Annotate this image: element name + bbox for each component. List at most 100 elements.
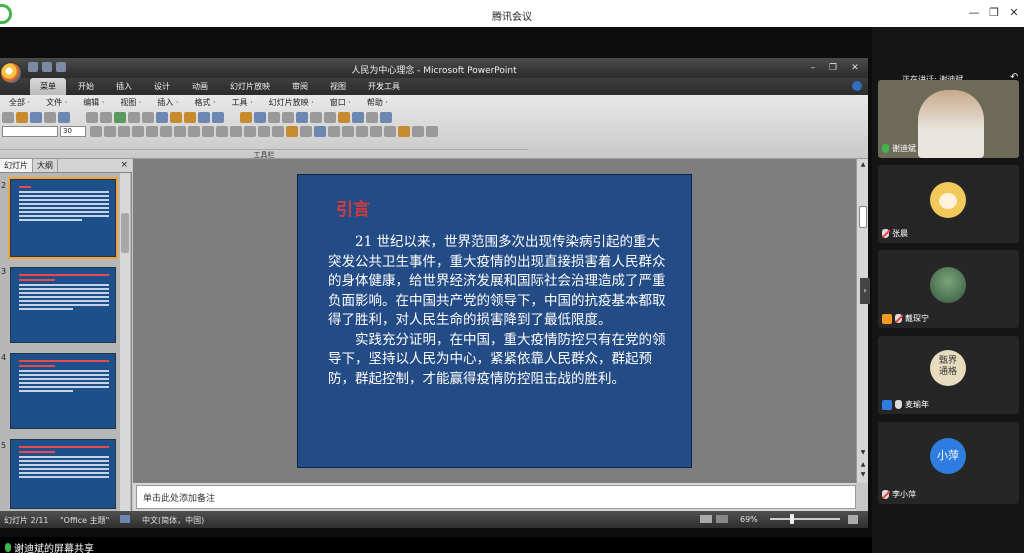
decrease-font-icon[interactable] [258, 126, 270, 137]
fill-color-icon[interactable] [398, 126, 410, 137]
menu-edit[interactable]: 编辑 · [76, 97, 111, 109]
new-icon[interactable] [2, 112, 14, 123]
email-icon[interactable] [58, 112, 70, 123]
normal-view-icon[interactable] [700, 515, 712, 523]
menu-all[interactable]: 全部 · [2, 97, 37, 109]
font-color-icon[interactable] [286, 126, 298, 137]
menu-slideshow[interactable]: 幻灯片放映 · [262, 97, 321, 109]
participant-tile[interactable]: 小萍 李小萍 [878, 422, 1019, 504]
align-center-icon[interactable] [160, 126, 172, 137]
minimize-icon[interactable]: — [966, 5, 982, 21]
tab-animation[interactable]: 动画 [182, 78, 218, 95]
sorter-view-icon[interactable] [716, 515, 728, 523]
ppt-restore-icon[interactable]: ❐ [826, 62, 840, 74]
distribute-icon[interactable] [202, 126, 214, 137]
next-slide-icon[interactable]: ▼ [859, 471, 867, 479]
restore-icon[interactable]: ❐ [986, 5, 1002, 21]
scroll-thumb[interactable] [121, 213, 129, 253]
office-button-icon[interactable] [0, 62, 22, 84]
help-toolbar-icon[interactable] [380, 112, 392, 123]
menu-tools[interactable]: 工具 · [225, 97, 260, 109]
slide-thumbnail-4[interactable] [10, 353, 116, 429]
increase-font-icon[interactable] [244, 126, 256, 137]
line-color-icon[interactable] [412, 126, 424, 137]
font-size-select[interactable]: 30 [60, 126, 86, 137]
menu-file[interactable]: 文件 · [39, 97, 74, 109]
participant-tile[interactable]: 甄界通格 麦瑜年 [878, 336, 1019, 414]
zoom-slider-thumb[interactable] [790, 514, 794, 524]
collapse-panel-icon[interactable]: › [860, 278, 870, 304]
insert-picture-icon[interactable] [268, 112, 280, 123]
textbox-icon[interactable] [338, 112, 350, 123]
format-painter-icon[interactable] [184, 112, 196, 123]
slide-thumbnail-5[interactable] [10, 439, 116, 509]
notes-input[interactable]: 单击此处添加备注 [136, 485, 856, 509]
tab-menu[interactable]: 菜单 [30, 78, 66, 95]
shadow-icon[interactable] [132, 126, 144, 137]
tab-insert[interactable]: 插入 [106, 78, 142, 95]
print-preview-icon[interactable] [100, 112, 112, 123]
layout-icon[interactable] [352, 112, 364, 123]
copy-icon[interactable] [156, 112, 168, 123]
bullets-icon[interactable] [230, 126, 242, 137]
cut-icon[interactable] [142, 112, 154, 123]
save-icon[interactable] [28, 62, 38, 72]
redo-icon[interactable] [56, 62, 66, 72]
menu-format[interactable]: 格式 · [187, 97, 222, 109]
scroll-thumb[interactable] [859, 206, 867, 228]
participant-tile[interactable]: 戴琛宁 [878, 250, 1019, 328]
italic-icon[interactable] [104, 126, 116, 137]
tab-outline[interactable]: 大纲 [33, 159, 58, 172]
hyperlink-icon[interactable] [282, 112, 294, 123]
scroll-up-icon[interactable]: ▲ [859, 161, 867, 169]
tab-home[interactable]: 开始 [68, 78, 104, 95]
help-icon[interactable] [852, 81, 862, 91]
spelling-icon[interactable] [114, 112, 126, 123]
zoom-level[interactable]: 69% [740, 515, 758, 524]
redo-toolbar-icon[interactable] [212, 112, 224, 123]
participant-tile[interactable]: 谢迪斌 [878, 80, 1019, 158]
undo-toolbar-icon[interactable] [198, 112, 210, 123]
open-icon[interactable] [16, 112, 28, 123]
slide-scrollbar[interactable]: ▲ ▼ ▲ ▼ [856, 159, 868, 483]
rectangle-icon[interactable] [370, 126, 382, 137]
current-slide[interactable]: 引言 21 世纪以来，世界范围多次出现传染病引起的重大突发公共卫生事件，重大疫情… [297, 174, 692, 468]
align-left-icon[interactable] [146, 126, 158, 137]
slide-thumbnail-2[interactable] [8, 177, 118, 259]
arrow-icon[interactable] [356, 126, 368, 137]
participant-tile[interactable]: 张晨 [878, 165, 1019, 243]
save-toolbar-icon[interactable] [30, 112, 42, 123]
line-style-icon[interactable] [426, 126, 438, 137]
numbering-icon[interactable] [216, 126, 228, 137]
bold-icon[interactable] [90, 126, 102, 137]
tab-design[interactable]: 设计 [144, 78, 180, 95]
table-icon[interactable] [254, 112, 266, 123]
ppt-close-icon[interactable]: ✕ [848, 62, 862, 74]
indent-icon[interactable] [272, 126, 284, 137]
tab-review[interactable]: 审阅 [282, 78, 318, 95]
line-icon[interactable] [342, 126, 354, 137]
zoom-icon[interactable] [366, 112, 378, 123]
permission-icon[interactable] [44, 112, 56, 123]
slides-panel-scrollbar[interactable] [120, 173, 130, 511]
spelling-status-icon[interactable] [120, 515, 130, 523]
print-icon[interactable] [86, 112, 98, 123]
fit-window-icon[interactable] [848, 515, 858, 524]
draw-icon[interactable] [314, 126, 326, 137]
grid-icon[interactable] [310, 112, 322, 123]
autoshape-icon[interactable] [328, 126, 340, 137]
justify-icon[interactable] [188, 126, 200, 137]
new-slide-icon[interactable] [296, 112, 308, 123]
scroll-down-icon[interactable]: ▼ [859, 449, 867, 457]
slide-thumbnail-3[interactable] [10, 267, 116, 343]
close-icon[interactable]: ✕ [1006, 5, 1022, 21]
design-icon[interactable] [300, 126, 312, 137]
undo-icon[interactable] [42, 62, 52, 72]
menu-view[interactable]: 视图 · [113, 97, 148, 109]
align-right-icon[interactable] [174, 126, 186, 137]
underline-icon[interactable] [118, 126, 130, 137]
oval-icon[interactable] [384, 126, 396, 137]
research-icon[interactable] [128, 112, 140, 123]
tab-developer[interactable]: 开发工具 [358, 78, 410, 95]
tab-slideshow[interactable]: 幻灯片放映 [220, 78, 280, 95]
